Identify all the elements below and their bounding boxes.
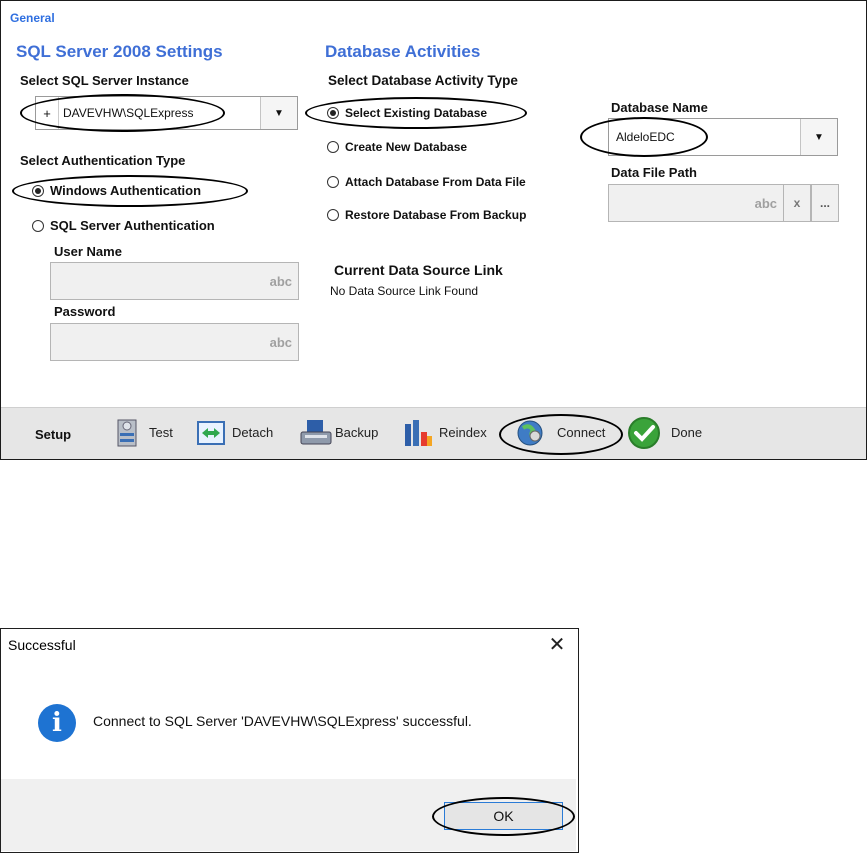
highlight-ellipse xyxy=(12,175,248,207)
detach-arrows-icon xyxy=(196,418,225,448)
done-button[interactable]: Done xyxy=(627,407,702,458)
radio-unselected-icon xyxy=(32,219,44,232)
backup-label: Backup xyxy=(335,425,379,440)
browse-label: ... xyxy=(819,196,830,210)
sql-settings-title: SQL Server 2008 Settings xyxy=(16,42,223,61)
test-label: Test xyxy=(149,425,173,440)
password-field[interactable]: abc xyxy=(50,323,299,361)
activity-restore-label: Restore Database From Backup xyxy=(345,208,527,222)
test-button[interactable]: Test xyxy=(113,407,173,458)
password-label: Password xyxy=(54,304,116,319)
detach-button[interactable]: Detach xyxy=(196,407,273,458)
reindex-label: Reindex xyxy=(439,425,487,440)
instance-label: Select SQL Server Instance xyxy=(20,73,189,88)
dialog-title: Successful xyxy=(8,637,76,653)
data-file-hint: abc xyxy=(754,195,777,211)
password-hint: abc xyxy=(269,334,292,350)
reindex-button[interactable]: Reindex xyxy=(403,407,487,458)
highlight-ellipse xyxy=(20,94,225,132)
username-field[interactable]: abc xyxy=(50,262,299,300)
radio-unselected-icon xyxy=(327,209,339,221)
chevron-down-icon: ▼ xyxy=(274,107,284,119)
clear-path-button[interactable]: x xyxy=(783,184,811,222)
data-file-field[interactable]: abc xyxy=(608,184,783,222)
db-name-dropdown-button[interactable]: ▼ xyxy=(800,119,837,155)
highlight-ellipse xyxy=(305,97,527,129)
chevron-down-icon: ▼ xyxy=(814,131,824,143)
activity-restore-radio[interactable]: Restore Database From Backup xyxy=(327,208,526,222)
activity-create-new-label: Create New Database xyxy=(345,140,468,154)
data-source-link-value: No Data Source Link Found xyxy=(330,284,479,298)
auth-sql-label: SQL Server Authentication xyxy=(50,218,215,233)
info-icon: i xyxy=(38,704,76,742)
username-label: User Name xyxy=(54,244,122,259)
auth-sql-radio[interactable]: SQL Server Authentication xyxy=(32,218,215,233)
radio-unselected-icon xyxy=(327,176,339,188)
done-label: Done xyxy=(671,425,703,440)
server-test-icon xyxy=(113,418,141,448)
backup-button[interactable]: Backup xyxy=(299,407,378,458)
activity-label: Select Database Activity Type xyxy=(328,73,518,88)
backup-printer-icon xyxy=(299,418,332,448)
highlight-ellipse xyxy=(580,117,708,157)
db-name-label: Database Name xyxy=(611,100,708,115)
data-source-link-title: Current Data Source Link xyxy=(334,262,503,278)
radio-unselected-icon xyxy=(327,141,339,153)
detach-label: Detach xyxy=(232,425,274,440)
db-activities-title: Database Activities xyxy=(325,42,481,61)
data-file-label: Data File Path xyxy=(611,165,697,180)
activity-attach-radio[interactable]: Attach Database From Data File xyxy=(327,175,526,189)
activity-attach-label: Attach Database From Data File xyxy=(345,175,526,189)
toolbar-group-label: Setup xyxy=(35,427,72,442)
dialog-message: Connect to SQL Server 'DAVEVHW\SQLExpres… xyxy=(93,713,472,729)
green-check-icon xyxy=(627,416,661,450)
close-icon[interactable]: ✕ xyxy=(543,632,571,656)
username-hint: abc xyxy=(269,273,292,289)
browse-path-button[interactable]: ... xyxy=(811,184,839,222)
clear-label: x xyxy=(793,196,801,210)
group-label: General xyxy=(10,11,55,25)
highlight-ellipse xyxy=(499,414,623,455)
instance-dropdown-button[interactable]: ▼ xyxy=(260,97,297,129)
auth-label: Select Authentication Type xyxy=(20,153,186,168)
highlight-ellipse xyxy=(432,797,575,836)
activity-create-new-radio[interactable]: Create New Database xyxy=(327,140,467,154)
bar-chart-icon xyxy=(403,418,432,448)
